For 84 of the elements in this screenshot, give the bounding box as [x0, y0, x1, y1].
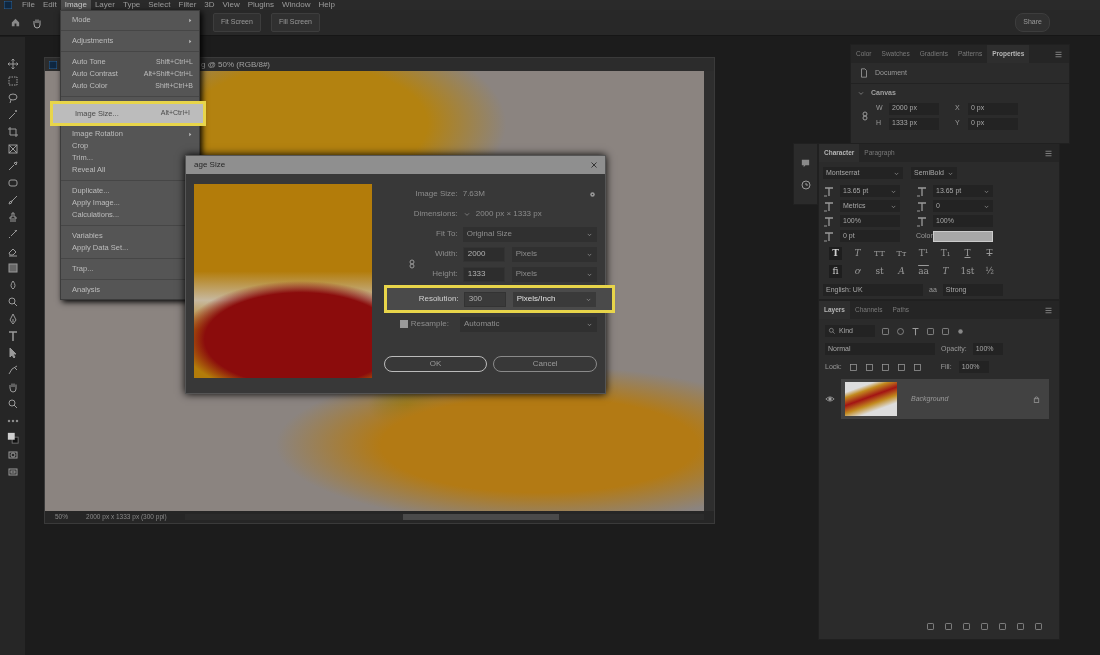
input-field[interactable]: 300 — [463, 291, 506, 307]
frame-icon[interactable] — [6, 142, 19, 156]
field-label: Fit To: — [435, 228, 458, 240]
eye-icon[interactable] — [825, 394, 835, 404]
chevron-down-icon[interactable] — [857, 89, 865, 98]
menu-item[interactable]: Edit — [38, 0, 61, 10]
text-style-toggle[interactable]: T¹ — [917, 247, 930, 260]
close-icon[interactable] — [589, 160, 599, 170]
field-label: Height: — [431, 268, 458, 280]
text-style-toggle[interactable]: A — [895, 265, 908, 278]
document-icon — [859, 67, 869, 79]
window-title: g @ 50% (RGB/8#) — [201, 58, 271, 71]
eyedropper-icon[interactable] — [6, 159, 19, 173]
menu-item[interactable]: File — [18, 0, 39, 10]
type-icon[interactable] — [6, 329, 19, 343]
text-style-toggle[interactable]: T — [983, 247, 996, 260]
menu-item[interactable]: Layer — [90, 0, 119, 10]
menu-item[interactable]: View — [218, 0, 244, 10]
text-style-toggle[interactable]: TT — [873, 247, 886, 260]
dropdown[interactable]: Automatic — [459, 316, 597, 332]
type-icon[interactable] — [911, 326, 920, 336]
menu-item[interactable]: Image — [60, 0, 91, 10]
field-label: Resolution: — [417, 293, 459, 305]
search-icon[interactable] — [6, 295, 19, 309]
field-label: Width: — [434, 248, 458, 260]
menu-item[interactable]: 3D — [200, 0, 219, 10]
menu-item[interactable]: Plugins — [243, 0, 278, 10]
checkbox[interactable] — [399, 320, 408, 328]
menu-item[interactable]: Select — [144, 0, 175, 10]
text-style-toggle[interactable]: T — [961, 247, 974, 260]
zoom-icon[interactable] — [6, 397, 19, 411]
dropdown[interactable]: Pixels — [511, 246, 597, 262]
menu-item[interactable]: Type — [118, 0, 145, 10]
dot-icon[interactable] — [956, 326, 965, 336]
pen-icon[interactable] — [6, 363, 19, 377]
app-logo-icon — [49, 60, 57, 69]
input-field[interactable]: 2000 — [462, 246, 505, 262]
text-style-toggle[interactable]: T₁ — [939, 247, 952, 260]
lasso-icon[interactable] — [6, 91, 19, 105]
text-style-toggle[interactable]: Tт — [895, 247, 908, 260]
dropdown[interactable]: Original Size — [462, 226, 597, 242]
comment-icon[interactable] — [800, 158, 811, 169]
color-swatches-icon[interactable] — [6, 431, 19, 445]
text-style-toggle[interactable]: ½ — [983, 265, 996, 278]
field-label: Resample: — [410, 318, 449, 330]
text-style-toggle[interactable]: st — [873, 265, 886, 278]
search-icon — [828, 327, 836, 335]
gradient-icon[interactable] — [6, 261, 19, 275]
photo-placeholder — [845, 382, 897, 416]
wand-icon[interactable] — [6, 108, 19, 122]
marquee-icon[interactable] — [6, 74, 19, 88]
field-value: 2000 px × 1333 px — [475, 208, 542, 220]
color-swatch[interactable] — [933, 230, 993, 242]
field-label: Dimensions: — [412, 208, 458, 220]
cursor-icon[interactable] — [6, 346, 19, 360]
quick-mask-icon[interactable] — [6, 448, 19, 462]
shape-icon[interactable] — [6, 176, 19, 190]
settings-icon[interactable] — [588, 189, 597, 199]
menu-icon[interactable] — [1044, 305, 1053, 315]
scrollbar[interactable] — [184, 514, 704, 520]
history-icon[interactable] — [799, 179, 812, 191]
stamp-icon[interactable] — [6, 210, 19, 224]
text-style-toggle[interactable]: T — [829, 247, 842, 260]
text-style-toggle[interactable]: T — [939, 265, 952, 278]
text-style-toggle[interactable]: fi — [829, 265, 842, 278]
menu-item[interactable]: Filter — [174, 0, 201, 10]
field-value: 7.63M — [462, 188, 485, 200]
screen-mode-icon[interactable] — [6, 465, 19, 479]
dialog-title: age Size — [194, 159, 226, 171]
text-style-toggle[interactable]: 1st — [961, 265, 974, 278]
input-field[interactable]: 1333 — [462, 266, 505, 282]
menu-icon[interactable] — [1044, 148, 1053, 158]
text-style-toggle[interactable]: aa — [917, 265, 930, 278]
home-icon[interactable] — [10, 17, 21, 28]
menu-item[interactable]: Help — [314, 0, 339, 10]
menu-icon[interactable] — [1054, 49, 1063, 59]
scrollbar[interactable] — [704, 71, 714, 511]
image-icon[interactable] — [881, 326, 890, 336]
dropdown[interactable]: Pixels/Inch — [512, 291, 596, 307]
text-style-toggle[interactable]: T — [851, 247, 864, 260]
field-label: Image Size: — [414, 188, 458, 200]
text-style-toggle[interactable]: ơ — [851, 265, 864, 278]
menu-item[interactable]: Window — [278, 0, 315, 10]
dropdown[interactable]: Pixels — [511, 266, 597, 282]
